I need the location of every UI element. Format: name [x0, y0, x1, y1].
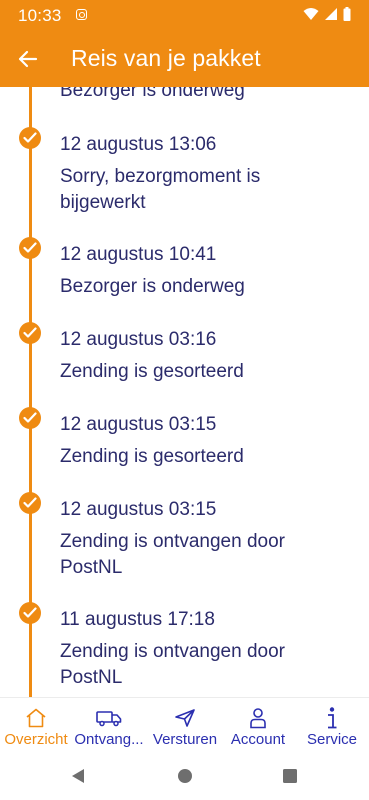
system-recents-icon[interactable] [283, 769, 297, 783]
nav-item-ontvangen[interactable]: Ontvang... [72, 698, 146, 753]
nav-label: Versturen [152, 731, 218, 748]
event-status: Zending is ontvangen door PostNL [60, 531, 285, 578]
battery-icon [343, 7, 351, 21]
nav-label: Overzicht [4, 731, 68, 748]
nav-item-versturen[interactable]: Versturen [150, 698, 220, 753]
nav-item-overzicht[interactable]: Overzicht [3, 698, 69, 753]
nav-item-account[interactable]: Account [226, 698, 290, 753]
notification-camera-icon [76, 9, 87, 20]
system-home-icon[interactable] [177, 768, 193, 784]
nav-label: Ontvang... [74, 731, 144, 748]
arrow-left-icon [18, 50, 38, 68]
event-date: 12 augustus 03:15 [60, 414, 217, 435]
status-bar: 10:33 [0, 0, 369, 31]
event-status: Zending is ontvangen door PostNL [60, 641, 285, 688]
person-icon [249, 707, 267, 729]
back-button[interactable] [14, 45, 42, 73]
page-title: Reis van je pakket [71, 45, 261, 71]
event-date: 12 augustus 10:41 [60, 244, 217, 265]
event-status: Zending is gesorteerd [60, 361, 244, 382]
event-status: Bezorger is onderweg [60, 276, 245, 297]
system-navigation-bar [0, 752, 369, 800]
event-date: 11 augustus 17:18 [60, 609, 215, 630]
bottom-navigation: Overzicht Ontvang... Versturen Account S… [0, 697, 369, 752]
send-icon [174, 707, 196, 729]
truck-icon [96, 707, 122, 729]
home-icon [25, 707, 47, 729]
nav-item-service[interactable]: Service [302, 698, 362, 753]
status-icons [303, 7, 351, 21]
check-icon [19, 407, 41, 429]
check-icon [19, 237, 41, 259]
wifi-icon [303, 8, 319, 20]
event-date: 12 augustus 03:16 [60, 329, 217, 350]
check-icon [19, 127, 41, 149]
status-time: 10:33 [18, 6, 62, 25]
check-icon [19, 322, 41, 344]
nav-label: Account [230, 731, 286, 748]
event-date: 12 augustus 13:06 [60, 134, 217, 155]
package-timeline[interactable]: Bezorger is onderweg 12 augustus 13:06 S… [0, 87, 369, 697]
event-status: Sorry, bezorgmoment is bijgewerkt [60, 166, 261, 213]
check-icon [19, 492, 41, 514]
signal-icon [325, 8, 337, 20]
event-date: 12 augustus 03:15 [60, 499, 217, 520]
check-icon [19, 602, 41, 624]
info-icon [324, 707, 340, 729]
event-status: Zending is gesorteerd [60, 446, 244, 467]
nav-label: Service [306, 731, 358, 748]
event-status-partial: Bezorger is onderweg [60, 87, 245, 101]
system-back-icon[interactable] [70, 768, 86, 784]
app-bar: Reis van je pakket [0, 31, 369, 87]
